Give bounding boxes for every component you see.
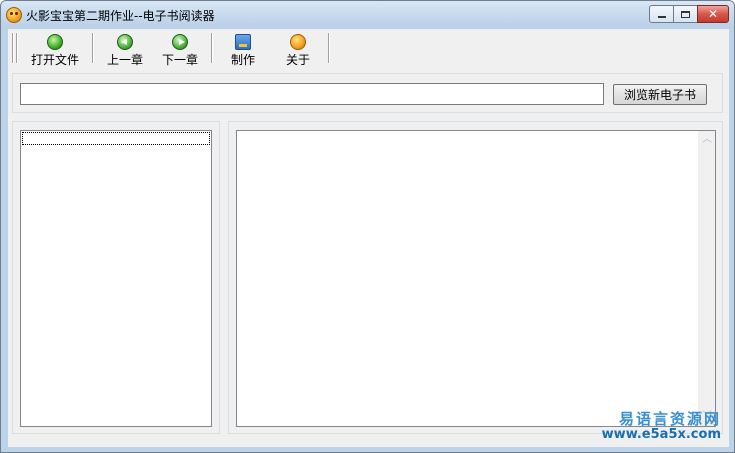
- toolbar-separator: [12, 33, 14, 63]
- window-title: 火影宝宝第二期作业--电子书阅读器: [26, 9, 215, 23]
- make-book-icon: [235, 34, 251, 50]
- prev-chapter-button[interactable]: 上一章: [104, 32, 146, 67]
- chapter-content-textarea[interactable]: ︿ ﹀: [236, 130, 716, 427]
- next-chapter-label: 下一章: [161, 53, 198, 67]
- minimize-icon: [657, 16, 666, 18]
- toolbar-grip: [16, 33, 18, 63]
- vertical-scrollbar[interactable]: ︿ ﹀: [698, 131, 715, 426]
- about-button[interactable]: 关于: [283, 32, 313, 67]
- next-chapter-icon: [172, 34, 188, 50]
- watermark-title: 易语言资源网: [618, 409, 721, 428]
- title-bar[interactable]: 火影宝宝第二期作业--电子书阅读器 ✕: [1, 1, 734, 29]
- app-face-icon: [6, 7, 22, 23]
- list-item-focus[interactable]: [22, 132, 210, 145]
- prev-chapter-label: 上一章: [106, 53, 143, 67]
- toolbar-separator: [328, 33, 330, 63]
- make-book-button[interactable]: 制作: [228, 32, 258, 67]
- maximize-button[interactable]: [673, 5, 698, 23]
- app-window: 火影宝宝第二期作业--电子书阅读器 ✕ 打开文件 上一章 下一章 制作 关于 浏…: [0, 0, 735, 453]
- ebook-path-input[interactable]: [20, 83, 604, 105]
- maximize-icon: [681, 10, 690, 18]
- client-area: 打开文件 上一章 下一章 制作 关于 浏览新电子书 ︿ ﹀ 易语言资源网 www…: [8, 29, 729, 447]
- open-file-icon: [47, 34, 63, 50]
- prev-chapter-icon: [117, 34, 133, 50]
- open-file-label: 打开文件: [30, 53, 79, 67]
- about-icon: [290, 34, 306, 50]
- close-icon: ✕: [707, 7, 719, 21]
- about-label: 关于: [285, 53, 310, 67]
- watermark: 易语言资源网 www.e5a5x.com: [601, 409, 721, 443]
- minimize-button[interactable]: [649, 5, 674, 23]
- watermark-url: www.e5a5x.com: [601, 427, 721, 443]
- make-book-label: 制作: [230, 53, 255, 67]
- chapter-list[interactable]: [20, 130, 212, 427]
- toolbar: 打开文件 上一章 下一章 制作 关于: [8, 29, 729, 69]
- browse-ebook-button[interactable]: 浏览新电子书: [613, 84, 707, 105]
- next-chapter-button[interactable]: 下一章: [159, 32, 201, 67]
- close-button[interactable]: ✕: [697, 5, 729, 23]
- scroll-up-icon[interactable]: ︿: [702, 135, 712, 145]
- open-file-button[interactable]: 打开文件: [28, 32, 82, 67]
- window-controls: ✕: [649, 5, 729, 24]
- toolbar-separator: [211, 33, 213, 63]
- toolbar-separator: [92, 33, 94, 63]
